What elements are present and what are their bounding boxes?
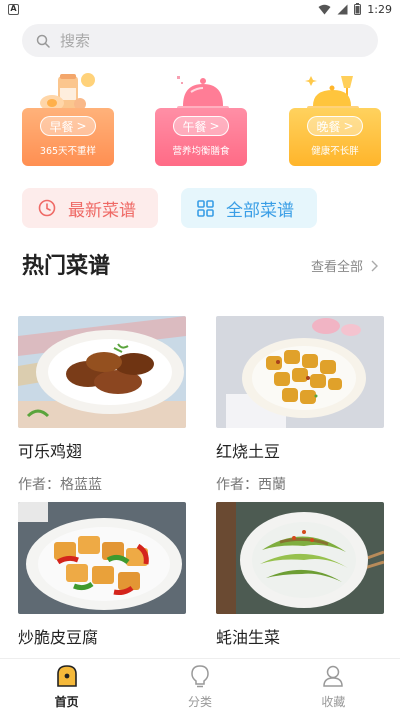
recipe-name: 蚝油生菜 <box>216 628 281 647</box>
all-recipes-button[interactable]: 全部菜谱 <box>181 188 317 228</box>
bottom-navigation: 首页 分类 收藏 <box>0 658 400 712</box>
lunch-card-body: 午餐 > 营养均衡膳食 <box>155 108 247 166</box>
breakfast-subtitle: 365天不重样 <box>39 146 97 157</box>
dinner-subtitle: 健康不长胖 <box>311 146 359 157</box>
latest-recipes-label: 最新菜谱 <box>68 200 136 221</box>
view-all-label: 查看全部 <box>310 260 363 275</box>
chevron-right-icon: > <box>209 119 220 133</box>
nav-category-label: 分类 <box>187 695 212 709</box>
dinner-card-body: 晚餐 > 健康不长胖 <box>289 108 381 166</box>
breakfast-illustration <box>40 73 95 111</box>
recipe-name: 炒脆皮豆腐 <box>18 628 99 647</box>
search-placeholder: 搜索 <box>60 32 91 50</box>
wifi-icon <box>318 4 331 14</box>
recipe-card[interactable]: 蚝油生菜 <box>216 502 384 660</box>
recipe-author: 作者：格蓝蓝 <box>18 477 102 493</box>
search-bar[interactable]: 搜索 <box>22 24 378 57</box>
status-right: 1:29 <box>318 3 392 16</box>
all-recipes-label: 全部菜谱 <box>226 200 294 221</box>
nav-home[interactable]: 首页 <box>0 659 133 712</box>
bulb-icon <box>190 663 210 689</box>
meal-card-breakfast[interactable]: 早餐 > 365天不重样 <box>22 70 114 166</box>
dinner-button[interactable]: 晚餐 > <box>307 116 363 136</box>
lunch-subtitle: 营养均衡膳食 <box>172 146 230 157</box>
dinner-label: 晚餐 <box>316 119 341 134</box>
dinner-illustration <box>305 76 359 110</box>
recipe-author: 作者：西蘭 <box>216 477 286 493</box>
chevron-right-icon <box>371 260 378 271</box>
notification-a-icon: A <box>8 3 19 15</box>
recipe-image-oyster-lettuce <box>216 502 384 614</box>
recipe-name: 可乐鸡翅 <box>18 442 83 461</box>
status-time: 1:29 <box>367 2 392 16</box>
clock-icon <box>38 199 56 217</box>
chevron-right-icon: > <box>343 119 354 133</box>
signal-icon <box>337 4 348 14</box>
breakfast-card-body: 早餐 > 365天不重样 <box>22 108 114 166</box>
search-icon <box>36 34 50 48</box>
recipe-image-braised-potato <box>216 316 384 428</box>
recipe-card[interactable]: 红烧土豆 作者：西蘭 <box>216 316 384 494</box>
status-left: A <box>8 3 19 15</box>
nav-favorites-label: 收藏 <box>321 695 346 709</box>
home-icon <box>56 663 78 689</box>
recipe-card[interactable]: 可乐鸡翅 作者：格蓝蓝 <box>18 316 186 494</box>
lunch-label: 午餐 <box>182 119 207 134</box>
latest-recipes-button[interactable]: 最新菜谱 <box>22 188 158 228</box>
chevron-right-icon: > <box>76 119 87 133</box>
section-title: 热门菜谱 <box>22 254 111 279</box>
meal-card-lunch[interactable]: 午餐 > 营养均衡膳食 <box>155 70 247 166</box>
recipe-image-cola-wings <box>18 316 186 428</box>
nav-home-label: 首页 <box>54 695 79 709</box>
meal-card-dinner[interactable]: 晚餐 > 健康不长胖 <box>289 70 381 166</box>
breakfast-button[interactable]: 早餐 > <box>40 116 96 136</box>
breakfast-label: 早餐 <box>49 119 74 134</box>
lunch-button[interactable]: 午餐 > <box>173 116 229 136</box>
battery-icon <box>354 3 362 15</box>
view-all-link[interactable]: 查看全部 <box>311 256 378 275</box>
status-bar: A 1:29 <box>0 0 400 18</box>
nav-category[interactable]: 分类 <box>133 659 266 712</box>
lunch-illustration <box>177 76 229 110</box>
recipe-name: 红烧土豆 <box>216 442 281 461</box>
grid-icon <box>197 199 214 217</box>
user-icon <box>322 663 344 689</box>
nav-favorites[interactable]: 收藏 <box>267 659 400 712</box>
recipe-card[interactable]: 炒脆皮豆腐 <box>18 502 186 660</box>
recipe-image-crispy-tofu <box>18 502 186 614</box>
